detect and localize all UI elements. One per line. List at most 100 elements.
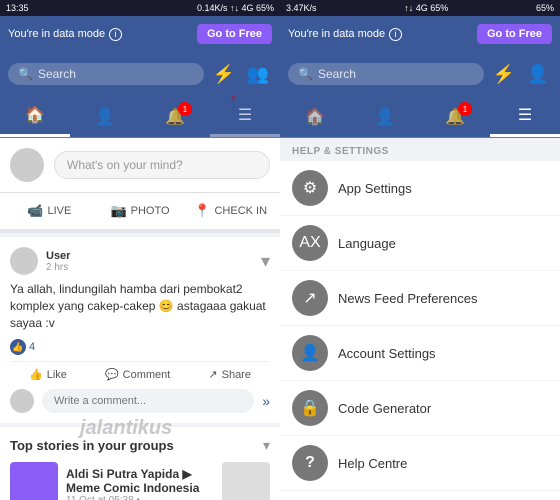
group-meta: 11 Oct at 05:38 • (66, 495, 214, 500)
status-icons-left: 0.14K/s ↑↓ 4G 65% (197, 3, 274, 13)
menu-label-account-settings: Account Settings (338, 346, 436, 361)
group-item[interactable]: Aldi Si Putra Yapida ▶ Meme Comic Indone… (10, 462, 270, 500)
mind-input[interactable]: What's on your mind? (54, 151, 270, 179)
group-name: Aldi Si Putra Yapida ▶ Meme Comic Indone… (66, 467, 214, 495)
tab-friends[interactable]: 👤 (70, 96, 140, 137)
groups-chevron-icon[interactable]: ▾ (263, 437, 270, 454)
tab-home-right[interactable]: 🏠 (280, 96, 350, 137)
status-bar-right: 3.47K/s ↑↓ 4G 65% 65% (280, 0, 560, 16)
nav-bar-right: 🔍 Search ⚡ 👤 (280, 52, 560, 96)
post-meta: User 2 hrs (46, 250, 70, 273)
menu-item-code-generator[interactable]: 🔒 Code Generator (280, 381, 560, 436)
language-icon: AX (292, 225, 328, 261)
tab-notifications-right[interactable]: 🔔 1 (420, 96, 490, 137)
user-avatar (10, 148, 44, 182)
data-mode-bar-right: You're in data mode i Go to Free (280, 16, 560, 52)
info-icon-left: i (109, 28, 122, 41)
menu-item-help-centre[interactable]: ? Help Centre (280, 436, 560, 491)
data-mode-bar-left: You're in data mode i Go to Free (0, 16, 280, 52)
like-action-icon: 👍 (29, 368, 43, 381)
red-arrow: ↑ (228, 88, 239, 114)
battery-right: 65% (536, 3, 554, 13)
search-box-right[interactable]: 🔍 Search (288, 63, 484, 85)
tab-hamburger[interactable]: ☰ (210, 96, 280, 137)
main-content-left: What's on your mind? 📹 LIVE 📷 PHOTO 📍 CH… (0, 138, 280, 500)
hamburger-icon-right: ☰ (518, 105, 532, 125)
groups-header: Top stories in your groups ▾ (10, 437, 270, 454)
left-panel: 13:35 0.14K/s ↑↓ 4G 65% You're in data m… (0, 0, 280, 500)
data-mode-text-left: You're in data mode i (8, 28, 122, 41)
tab-notifications[interactable]: 🔔 1 (140, 96, 210, 137)
group-info: Aldi Si Putra Yapida ▶ Meme Comic Indone… (66, 467, 214, 500)
tab-friends-right[interactable]: 👤 (350, 96, 420, 137)
info-icon-right: i (389, 28, 402, 41)
menu-item-language[interactable]: AX Language (280, 216, 560, 271)
menu-section-title: HELP & SETTINGS (280, 138, 560, 161)
right-panel: 3.47K/s ↑↓ 4G 65% 65% You're in data mod… (280, 0, 560, 500)
menu-label-app-settings: App Settings (338, 181, 412, 196)
search-placeholder-left: Search (38, 67, 76, 81)
go-free-btn-left[interactable]: Go to Free (197, 24, 272, 44)
checkin-icon: 📍 (194, 203, 210, 219)
like-count: 👍 4 (10, 339, 270, 355)
live-btn[interactable]: 📹 LIVE (4, 199, 95, 223)
search-icon-right: 🔍 (298, 67, 313, 81)
notification-badge-right: 1 (458, 102, 472, 116)
tab-bar-right: 🏠 👤 🔔 1 ☰ (280, 96, 560, 138)
post-text: Ya allah, lindungilah hamba dari pemboka… (10, 281, 270, 331)
menu-item-account-settings[interactable]: 👤 Account Settings (280, 326, 560, 381)
people-icon-right[interactable]: 👤 (524, 60, 552, 88)
data-mode-text-right: You're in data mode i (288, 28, 402, 41)
account-settings-icon: 👤 (292, 335, 328, 371)
friends-tab-icon: 👤 (95, 107, 115, 127)
post-header: User 2 hrs ▾ (10, 247, 270, 275)
app-settings-icon: ⚙ (292, 170, 328, 206)
time-left: 13:35 (6, 3, 29, 13)
action-buttons-row: 📹 LIVE 📷 PHOTO 📍 CHECK IN (0, 193, 280, 233)
menu-item-app-settings[interactable]: ⚙ App Settings (280, 161, 560, 216)
help-centre-icon: ? (292, 445, 328, 481)
share-action-icon: ↗ (208, 368, 217, 381)
speed-right: 3.47K/s (286, 3, 317, 13)
tab-home[interactable]: 🏠 (0, 96, 70, 137)
messenger-icon-right[interactable]: ⚡ (490, 60, 518, 88)
post-user: User 2 hrs (10, 247, 70, 275)
messenger-icon-left[interactable]: ⚡ (210, 60, 238, 88)
menu-item-news-feed[interactable]: ↗ News Feed Preferences (280, 271, 560, 326)
comment-avatar (10, 389, 34, 413)
settings-menu: HELP & SETTINGS ⚙ App Settings AX Langua… (280, 138, 560, 500)
comment-action-icon: 💬 (105, 368, 119, 381)
friends-icon-left[interactable]: 👥 (244, 60, 272, 88)
home-icon: 🏠 (25, 105, 45, 125)
menu-label-help-centre: Help Centre (338, 456, 407, 471)
comment-input[interactable] (42, 389, 254, 413)
news-feed-icon: ↗ (292, 280, 328, 316)
post-chevron-down-icon[interactable]: ▾ (261, 251, 270, 272)
search-icon-left: 🔍 (18, 67, 33, 81)
groups-section: Top stories in your groups ▾ Aldi Si Put… (0, 427, 280, 500)
notification-badge: 1 (178, 102, 192, 116)
friends-icon-right: 👤 (375, 107, 395, 127)
search-placeholder-right: Search (318, 67, 356, 81)
group-thumb (10, 462, 58, 500)
comment-btn[interactable]: 💬 Comment (105, 368, 170, 381)
hamburger-icon: ☰ (238, 105, 252, 125)
photo-btn[interactable]: 📷 PHOTO (95, 199, 186, 223)
tab-hamburger-right[interactable]: ☰ (490, 96, 560, 137)
status-icons-right: ↑↓ 4G 65% (404, 3, 448, 13)
live-icon: 📹 (27, 203, 43, 219)
home-icon-right: 🏠 (305, 107, 325, 127)
send-icon[interactable]: » (262, 393, 270, 409)
share-btn[interactable]: ↗ Share (208, 368, 251, 381)
status-bar-left: 13:35 0.14K/s ↑↓ 4G 65% (0, 0, 280, 16)
menu-item-activity-log[interactable]: ☰ Activity Log (280, 491, 560, 500)
go-free-btn-right[interactable]: Go to Free (477, 24, 552, 44)
post-username: User (46, 250, 70, 262)
like-thumb-icon: 👍 (10, 339, 26, 355)
post-actions: 👍 Like 💬 Comment ↗ Share (10, 361, 270, 381)
search-box-left[interactable]: 🔍 Search (8, 63, 204, 85)
comment-input-row: » (10, 389, 270, 413)
like-btn[interactable]: 👍 Like (29, 368, 67, 381)
checkin-btn[interactable]: 📍 CHECK IN (185, 199, 276, 223)
whats-on-mind-section: What's on your mind? (0, 138, 280, 193)
